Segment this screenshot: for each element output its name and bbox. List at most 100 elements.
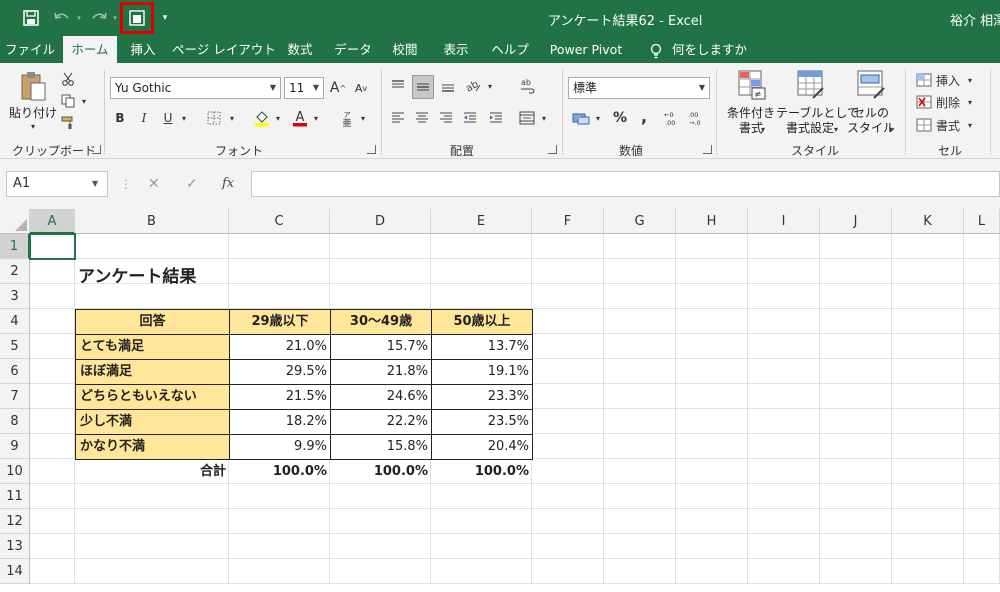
tab-help[interactable]: ヘルプ (488, 36, 532, 63)
row-header-11[interactable]: 11 (0, 484, 30, 509)
row-header-10[interactable]: 10 (0, 459, 30, 484)
grid-cell[interactable] (964, 234, 1000, 259)
merge-center-icon[interactable] (516, 107, 538, 129)
grid-cell[interactable] (604, 434, 676, 459)
value-cell[interactable]: 21.5% (229, 384, 331, 410)
sheet-title-cell[interactable]: アンケート結果 (78, 262, 196, 287)
grid-cell[interactable] (892, 359, 964, 384)
grid-cell[interactable] (820, 309, 892, 334)
grid-cell[interactable] (892, 434, 964, 459)
increase-decimal-icon[interactable]: ←0.00 (662, 107, 682, 129)
row-header-12[interactable]: 12 (0, 509, 30, 534)
value-cell[interactable]: 21.0% (229, 334, 331, 360)
grid-cell[interactable] (431, 234, 532, 259)
grid-cell[interactable] (604, 559, 676, 584)
grid-cell[interactable] (532, 309, 604, 334)
undo-dropdown-icon[interactable]: ▾ (74, 6, 84, 30)
tab-home[interactable]: ホーム (63, 36, 117, 63)
grid-cell[interactable] (748, 534, 820, 559)
grid-cell[interactable] (75, 234, 229, 259)
grid-cell[interactable] (229, 509, 330, 534)
grid-cell[interactable] (30, 509, 75, 534)
grid-cell[interactable] (748, 384, 820, 409)
grid-cell[interactable] (532, 384, 604, 409)
grid-cell[interactable] (964, 334, 1000, 359)
grid-cell[interactable] (676, 409, 748, 434)
grid-cell[interactable] (532, 534, 604, 559)
grid-cell[interactable] (330, 284, 431, 309)
grid-cell[interactable] (820, 459, 892, 484)
grid-cell[interactable] (330, 259, 431, 284)
grid-cell[interactable] (532, 509, 604, 534)
grid-cell[interactable] (431, 259, 532, 284)
grid-cell[interactable] (964, 434, 1000, 459)
grid-cell[interactable] (820, 559, 892, 584)
orientation-icon[interactable]: ab (462, 75, 484, 97)
grid-cell[interactable] (229, 534, 330, 559)
format-as-table-dropdown-icon[interactable]: ▾ (832, 124, 840, 134)
grid-cell[interactable] (820, 434, 892, 459)
value-cell[interactable]: 13.7% (431, 334, 533, 360)
grid-cell[interactable] (748, 359, 820, 384)
borders-dropdown-icon[interactable]: ▾ (228, 113, 236, 123)
grid-cell[interactable] (748, 459, 820, 484)
total-value-cell[interactable]: 100.0% (330, 459, 428, 484)
tell-me-search[interactable]: 何をしますか (672, 36, 747, 63)
align-bottom-icon[interactable] (438, 75, 458, 97)
grid-cell[interactable] (748, 309, 820, 334)
value-cell[interactable]: 21.8% (330, 359, 432, 385)
value-cell[interactable]: 15.8% (330, 434, 432, 460)
grid-cell[interactable] (676, 284, 748, 309)
font-name-combo[interactable]: Yu Gothic ▼ (110, 77, 281, 99)
cancel-icon[interactable]: ✕ (148, 171, 160, 197)
tab-insert[interactable]: 挿入 (122, 36, 164, 63)
grid-cell[interactable] (532, 284, 604, 309)
font-color-icon[interactable]: A (290, 107, 310, 129)
table-header-cell[interactable]: 50歳以上 (431, 309, 533, 335)
grid-cell[interactable] (604, 334, 676, 359)
paste-dropdown-icon[interactable]: ▾ (28, 121, 38, 131)
align-right-icon[interactable] (436, 107, 456, 129)
delete-dropdown-icon[interactable]: ▾ (966, 97, 974, 107)
value-cell[interactable]: 24.6% (330, 384, 432, 410)
worksheet-grid[interactable]: ABCDEFGHIJKL 1 2 3 4 5 6 7 8 9 10 11 12 13 14 アンケート結果… (0, 209, 1000, 592)
formula-input[interactable] (251, 171, 1000, 197)
conditional-formatting-dropdown-icon[interactable]: ▾ (759, 124, 767, 134)
grid-cell[interactable] (75, 559, 229, 584)
align-left-icon[interactable] (388, 107, 408, 129)
grid-cell[interactable] (820, 259, 892, 284)
font-color-dropdown-icon[interactable]: ▾ (312, 113, 320, 123)
grid-cell[interactable] (820, 334, 892, 359)
paste-icon[interactable] (18, 69, 48, 103)
row-header-7[interactable]: 7 (0, 384, 30, 409)
grid-cell[interactable] (892, 409, 964, 434)
accounting-format-icon[interactable] (570, 107, 592, 129)
grid-cell[interactable] (330, 534, 431, 559)
grid-cell[interactable] (892, 559, 964, 584)
grid-cell[interactable] (30, 309, 75, 334)
format-cells-button[interactable]: 書式 (936, 116, 962, 134)
grid-cell[interactable] (964, 409, 1000, 434)
redo-dropdown-icon[interactable]: ▾ (110, 6, 120, 30)
grid-cell[interactable] (229, 259, 330, 284)
grid-cell[interactable] (892, 259, 964, 284)
grid-cell[interactable] (75, 534, 229, 559)
grid-cell[interactable] (431, 284, 532, 309)
grid-cell[interactable] (30, 484, 75, 509)
grid-cell[interactable] (604, 384, 676, 409)
value-cell[interactable]: 19.1% (431, 359, 533, 385)
value-cell[interactable]: 9.9% (229, 434, 331, 460)
grid-cell[interactable] (964, 309, 1000, 334)
grid-cell[interactable] (892, 459, 964, 484)
grid-cell[interactable] (676, 309, 748, 334)
lightbulb-icon[interactable] (646, 36, 666, 63)
delete-cells-button[interactable]: 削除 (936, 93, 962, 111)
row-header-5[interactable]: 5 (0, 334, 30, 359)
total-value-cell[interactable]: 100.0% (229, 459, 327, 484)
grid-cell[interactable] (604, 484, 676, 509)
grid-cell[interactable] (820, 534, 892, 559)
percent-button[interactable]: % (610, 107, 630, 129)
number-format-combo[interactable]: 標準 ▼ (568, 77, 710, 99)
grid-cell[interactable] (604, 459, 676, 484)
grid-cell[interactable] (964, 559, 1000, 584)
